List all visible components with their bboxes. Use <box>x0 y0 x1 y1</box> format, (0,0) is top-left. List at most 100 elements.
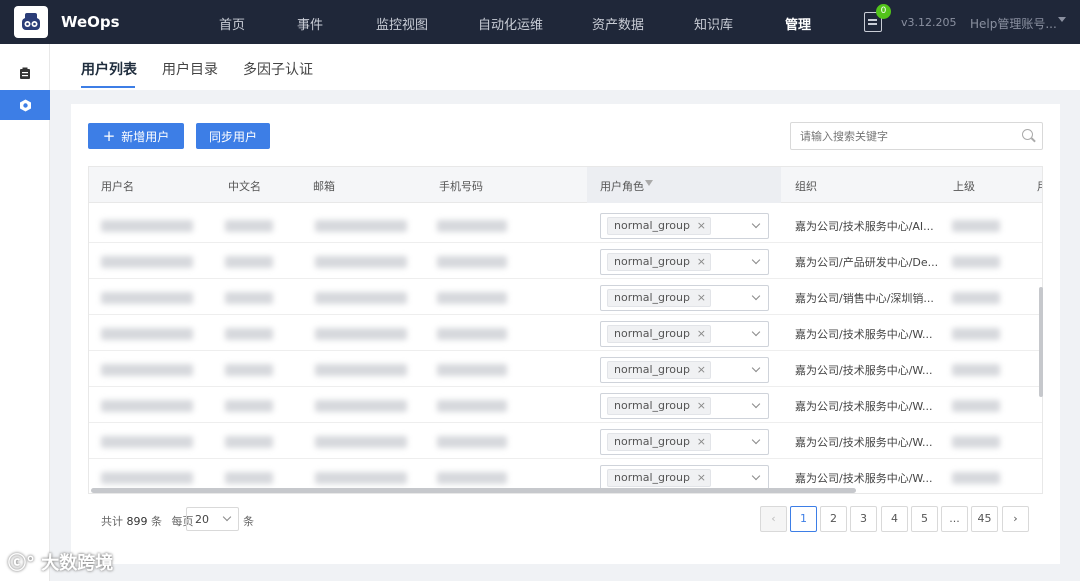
org-cell: 嘉为公司/销售中心/深圳销... <box>795 292 934 305</box>
table-header: 用户名 中文名 邮箱 手机号码 用户角色 组织 上级 用 <box>89 167 1042 203</box>
redacted-cell <box>952 328 1000 340</box>
page-4[interactable]: 4 <box>881 506 908 532</box>
page-45[interactable]: 45 <box>971 506 998 532</box>
close-icon[interactable]: × <box>697 362 706 378</box>
col-email: 邮箱 <box>313 180 335 193</box>
redacted-cell <box>437 364 507 376</box>
chevron-down-icon[interactable] <box>751 399 761 409</box>
col-supervisor: 上级 <box>953 180 975 193</box>
search-icon[interactable] <box>1022 129 1033 140</box>
redacted-cell <box>437 400 507 412</box>
table-row: normal_group × 嘉为公司/技术服务中心/W... <box>89 387 1042 423</box>
redacted-cell <box>315 436 407 448</box>
redacted-cell <box>952 364 1000 376</box>
vertical-scrollbar[interactable] <box>1039 287 1043 397</box>
nav-home[interactable]: 首页 <box>219 14 245 33</box>
redacted-cell <box>315 364 407 376</box>
brand-name: WeOps <box>61 13 120 31</box>
page-2[interactable]: 2 <box>820 506 847 532</box>
tab-user-directory[interactable]: 用户目录 <box>162 59 218 79</box>
page-size-value: 20 <box>195 513 209 526</box>
clipboard-icon[interactable] <box>0 58 50 88</box>
sync-user-button[interactable]: 同步用户 <box>196 123 270 149</box>
chevron-down-icon[interactable] <box>751 363 761 373</box>
role-select[interactable]: normal_group × <box>600 429 769 455</box>
horizontal-scrollbar[interactable] <box>91 488 856 493</box>
chevron-down-icon[interactable] <box>751 435 761 445</box>
chevron-down-icon[interactable] <box>751 471 761 481</box>
chevron-down-icon[interactable] <box>751 291 761 301</box>
version-label: v3.12.205 <box>901 16 957 29</box>
redacted-cell <box>225 256 273 268</box>
tab-user-list[interactable]: 用户列表 <box>81 59 137 79</box>
redacted-cell <box>315 220 407 232</box>
close-icon[interactable]: × <box>697 434 706 450</box>
table-row: normal_group × 嘉为公司/技术服务中心/W... <box>89 351 1042 387</box>
org-cell: 嘉为公司/技术服务中心/W... <box>795 328 933 341</box>
table-row: normal_group × 嘉为公司/技术服务中心/AI... <box>89 207 1042 243</box>
role-tag-label: normal_group <box>614 435 690 448</box>
active-tab-indicator <box>81 86 135 88</box>
redacted-cell <box>225 436 273 448</box>
logo-icon[interactable] <box>14 6 48 38</box>
redacted-cell <box>952 292 1000 304</box>
chevron-down-icon[interactable] <box>751 219 761 229</box>
total-count: 共计 899 条 每页 <box>101 515 194 528</box>
nav-manage[interactable]: 管理 <box>785 14 811 33</box>
nav-knowledge[interactable]: 知识库 <box>694 14 733 33</box>
tab-mfa[interactable]: 多因子认证 <box>243 59 313 79</box>
filter-icon[interactable] <box>645 180 653 186</box>
caret-down-icon[interactable] <box>1058 17 1066 22</box>
col-phone: 手机号码 <box>439 180 483 193</box>
prev-page-button[interactable]: ‹ <box>760 506 787 532</box>
redacted-cell <box>101 364 193 376</box>
redacted-cell <box>437 472 507 484</box>
redacted-cell <box>101 328 193 340</box>
role-tag: normal_group × <box>607 325 711 343</box>
role-tag-label: normal_group <box>614 255 690 268</box>
redacted-cell <box>315 328 407 340</box>
add-user-label: 新增用户 <box>121 129 170 144</box>
plus-icon: + <box>102 126 116 145</box>
col-org: 组织 <box>795 180 817 193</box>
page-ellipsis[interactable]: ... <box>941 506 968 532</box>
role-select[interactable]: normal_group × <box>600 213 769 239</box>
add-user-button[interactable]: + 新增用户 <box>88 123 184 149</box>
col-role: 用户角色 <box>600 180 644 193</box>
role-select[interactable]: normal_group × <box>600 321 769 347</box>
role-select[interactable]: normal_group × <box>600 357 769 383</box>
nav-monitor-view[interactable]: 监控视图 <box>376 14 428 33</box>
close-icon[interactable]: × <box>697 254 706 270</box>
nav-events[interactable]: 事件 <box>297 14 323 33</box>
redacted-cell <box>315 292 407 304</box>
next-page-button[interactable]: › <box>1002 506 1029 532</box>
page-5[interactable]: 5 <box>911 506 938 532</box>
page-1[interactable]: 1 <box>790 506 817 532</box>
close-icon[interactable]: × <box>697 290 706 306</box>
org-cell: 嘉为公司/技术服务中心/AI... <box>795 220 934 233</box>
org-cell: 嘉为公司/技术服务中心/W... <box>795 472 933 485</box>
close-icon[interactable]: × <box>697 326 706 342</box>
chevron-down-icon[interactable] <box>751 327 761 337</box>
page-size-select[interactable]: 20 <box>186 507 239 531</box>
redacted-cell <box>952 472 1000 484</box>
close-icon[interactable]: × <box>697 470 706 486</box>
role-tag: normal_group × <box>607 289 711 307</box>
chevron-down-icon[interactable] <box>751 255 761 265</box>
page-3[interactable]: 3 <box>850 506 877 532</box>
close-icon[interactable]: × <box>697 398 706 414</box>
redacted-cell <box>437 328 507 340</box>
col-username: 用户名 <box>101 180 134 193</box>
redacted-cell <box>101 436 193 448</box>
nav-automation[interactable]: 自动化运维 <box>478 14 543 33</box>
account-menu[interactable]: Help管理账号... <box>970 15 1057 32</box>
role-select[interactable]: normal_group × <box>600 249 769 275</box>
role-select[interactable]: normal_group × <box>600 285 769 311</box>
close-icon[interactable]: × <box>697 218 706 234</box>
settings-icon[interactable] <box>0 90 50 120</box>
role-select[interactable]: normal_group × <box>600 393 769 419</box>
search-input[interactable] <box>790 122 1043 150</box>
nav-assets[interactable]: 资产数据 <box>592 14 644 33</box>
notification-badge: 0 <box>876 4 891 19</box>
table-row: normal_group × 嘉为公司/技术服务中心/W... <box>89 315 1042 351</box>
